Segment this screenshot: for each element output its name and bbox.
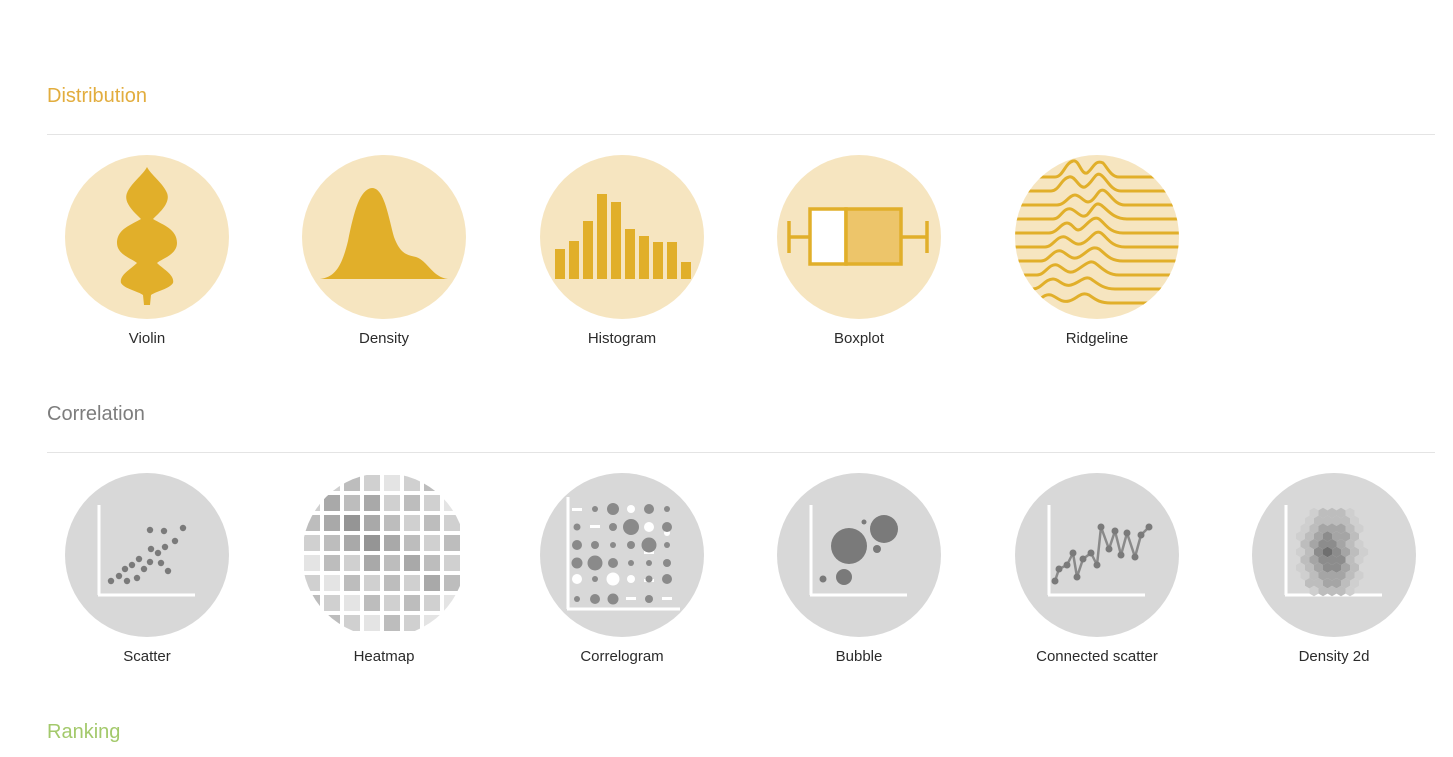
chart-link-heatmap[interactable]: Heatmap <box>284 473 484 666</box>
chart-label: Density <box>358 330 410 347</box>
chart-link-boxplot[interactable]: Boxplot <box>759 155 959 348</box>
chart-label: Correlogram <box>580 648 664 665</box>
histogram-icon <box>540 155 704 319</box>
chart-label: Connected scatter <box>1036 648 1158 665</box>
chart-link-violin[interactable]: Violin <box>47 155 247 348</box>
section-divider <box>47 452 1435 453</box>
chart-label: Violin <box>128 330 166 347</box>
violin-icon <box>65 155 229 319</box>
chart-link-density[interactable]: Density <box>284 155 484 348</box>
density-2d-icon <box>1252 473 1416 637</box>
section-title-distribution: Distribution <box>47 85 148 107</box>
ridgeline-icon <box>1015 155 1179 319</box>
chart-link-correlogram[interactable]: Correlogram <box>522 473 722 666</box>
chart-link-ridgeline[interactable]: Ridgeline <box>997 155 1197 348</box>
chart-label: Histogram <box>587 330 657 347</box>
chart-label: Heatmap <box>353 648 415 665</box>
section-ranking: Ranking <box>47 720 1435 744</box>
chart-label: Density 2d <box>1298 648 1370 665</box>
chart-link-histogram[interactable]: Histogram <box>522 155 722 348</box>
heatmap-icon <box>302 473 466 637</box>
bubble-icon <box>777 473 941 637</box>
chart-type-row: Violin Density Histogram Boxplot Ridgeli… <box>47 155 1435 355</box>
chart-label: Scatter <box>123 648 171 665</box>
chart-link-density-2d[interactable]: Density 2d <box>1234 473 1434 666</box>
section-title-ranking: Ranking <box>47 721 121 743</box>
chart-link-bubble[interactable]: Bubble <box>759 473 959 666</box>
connected-scatter-icon <box>1015 473 1179 637</box>
chart-label: Boxplot <box>833 330 885 347</box>
correlogram-icon <box>540 473 704 637</box>
scatter-icon <box>65 473 229 637</box>
chart-link-connected-scatter[interactable]: Connected scatter <box>997 473 1197 666</box>
section-divider <box>47 134 1435 135</box>
density-icon <box>302 155 466 319</box>
chart-type-row: Scatter Heatmap Correlogram Bubble Conne… <box>47 473 1435 673</box>
chart-link-scatter[interactable]: Scatter <box>47 473 247 666</box>
section-title-correlation: Correlation <box>47 403 145 425</box>
section-correlation: Correlation Scatter Heatmap Correlogram … <box>47 402 1435 665</box>
section-distribution: Distribution Violin Density Histogram Bo… <box>47 84 1435 347</box>
boxplot-icon <box>777 155 941 319</box>
chart-label: Ridgeline <box>1065 330 1129 347</box>
chart-label: Bubble <box>835 648 883 665</box>
